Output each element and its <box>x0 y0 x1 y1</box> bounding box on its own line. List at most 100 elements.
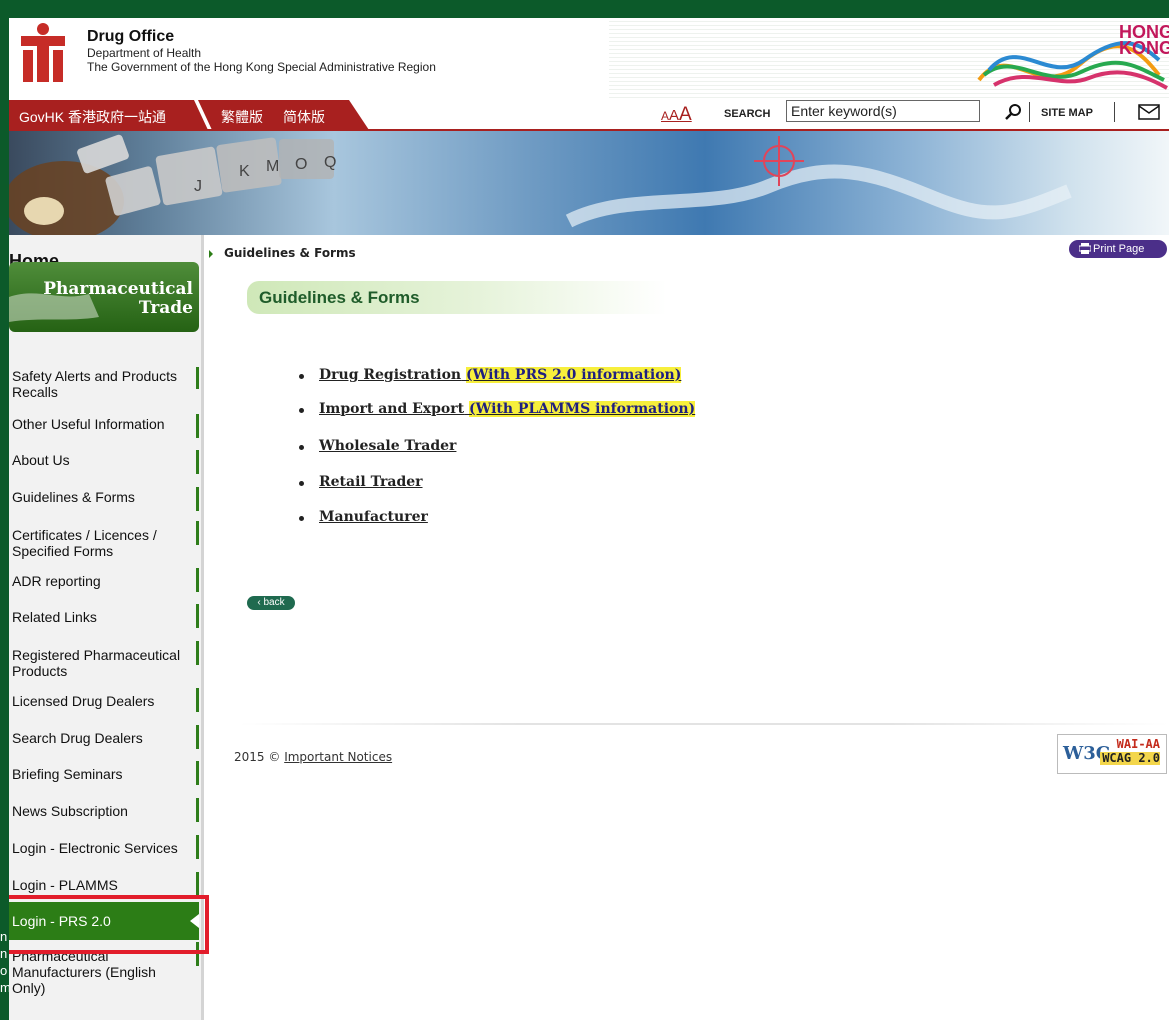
search-icon[interactable] <box>1004 102 1024 122</box>
sidebar-item-safety-alerts[interactable]: Safety Alerts and Products Recalls <box>9 367 199 403</box>
govhk-separator <box>194 100 212 130</box>
sidebar-item-bar <box>196 604 199 628</box>
bullet-icon <box>299 481 304 486</box>
link-label: Wholesale Trader <box>319 438 457 454</box>
wai-aa-label: WAI-AA <box>1116 737 1160 751</box>
sidebar-item-related-links[interactable]: Related Links <box>9 604 199 628</box>
sidebar-item-label: About Us <box>12 452 70 468</box>
link-label: Drug Registration <box>319 367 462 383</box>
search-label: SEARCH <box>724 108 771 120</box>
sidebar-item-label: Briefing Seminars <box>12 766 123 782</box>
sidebar-item-bar <box>196 487 199 511</box>
sidebar-item-briefing-seminars[interactable]: Briefing Seminars <box>9 761 199 785</box>
sidebar-item-guidelines[interactable]: Guidelines & Forms <box>9 487 199 511</box>
sidebar-item-about-us[interactable]: About Us <box>9 450 199 474</box>
page: Drug Office Department of Health The Gov… <box>9 0 1169 1020</box>
hong-kong-brand-logo: HONG KONG <box>977 22 1169 90</box>
search-input[interactable] <box>786 100 980 122</box>
wholesale-trader-link[interactable]: Wholesale Trader <box>319 438 456 454</box>
font-small-button[interactable]: A <box>661 109 669 123</box>
link-label: Import and Export <box>319 401 465 417</box>
sidebar-item-label: Registered Pharmaceutical Products <box>12 647 181 679</box>
mail-icon[interactable] <box>1137 103 1161 121</box>
sidebar-item-manufacturers[interactable]: Pharmaceutical Manufacturers (English On… <box>9 942 199 1000</box>
banner-illustration: J K M O Q <box>9 134 1072 235</box>
hk-brand-word-2: KONG <box>1119 38 1169 58</box>
sidebar-item-search-dealers[interactable]: Search Drug Dealers <box>9 725 199 749</box>
edge-letter: m <box>0 980 11 995</box>
sidebar-item-bar <box>196 367 199 389</box>
pharmaceutical-trade-section[interactable]: Pharmaceutical Trade <box>9 262 199 332</box>
page-title: Guidelines & Forms <box>259 288 420 307</box>
back-button[interactable]: ‹ back <box>247 596 295 610</box>
bullet-icon <box>299 408 304 413</box>
drug-registration-link[interactable]: Drug Registration (With PRS 2.0 informat… <box>319 367 682 383</box>
banner-key-m: M <box>266 158 279 175</box>
w3c-wcag-badge[interactable]: W3C WAI-AA WCAG 2.0 <box>1057 734 1167 774</box>
banner-image: J K M O Q <box>9 131 1169 235</box>
govhk-bar: GovHK 香港政府一站通 繁體版 简体版 <box>9 100 369 130</box>
import-export-link[interactable]: Import and Export (With PLAMMS informati… <box>319 401 696 417</box>
important-notices-link[interactable]: Important Notices <box>284 750 392 764</box>
manufacturer-link[interactable]: Manufacturer <box>319 509 428 525</box>
lang-simplified-link[interactable]: 简体版 <box>283 107 325 127</box>
link-highlight: (With PLAMMS information) <box>468 401 696 417</box>
copyright-year: 2015 © <box>234 750 281 764</box>
bullet-icon <box>299 445 304 450</box>
top-strip <box>9 0 1169 18</box>
font-large-button[interactable]: A <box>679 104 692 125</box>
site-header: Drug Office Department of Health The Gov… <box>9 0 1169 100</box>
annotation-highlight-box <box>9 895 209 954</box>
sidebar-item-label: Search Drug Dealers <box>12 730 143 746</box>
nav-divider <box>1029 102 1030 122</box>
sidebar-item-bar <box>196 688 199 712</box>
edge-letters: n n o m <box>0 928 11 996</box>
banner-key-j: J <box>194 178 202 195</box>
sidebar-item-label: Licensed Drug Dealers <box>12 693 155 709</box>
sidebar-item-login-plamms[interactable]: Login - PLAMMS <box>9 872 199 896</box>
lang-traditional-link[interactable]: 繁體版 <box>221 107 263 127</box>
sidebar-item-label: News Subscription <box>12 803 128 819</box>
left-edge-strip <box>0 0 9 1020</box>
sidebar-item-bar <box>196 641 199 665</box>
sidebar-item-label: Safety Alerts and Products Recalls <box>12 368 177 400</box>
edge-letter: o <box>0 963 8 978</box>
edge-letter: n <box>0 946 8 961</box>
sidebar-item-label: Login - PLAMMS <box>12 877 118 893</box>
sidebar-item-bar <box>196 568 199 592</box>
sidebar-item-bar <box>196 798 199 822</box>
bullet-icon <box>299 516 304 521</box>
sidebar-item-licensed-dealers[interactable]: Licensed Drug Dealers <box>9 688 199 712</box>
font-size-controls: AAA <box>661 104 692 126</box>
department-name: Department of Health <box>87 46 202 60</box>
government-name: The Government of the Hong Kong Special … <box>87 60 436 74</box>
sidebar-item-bar <box>196 521 199 545</box>
printer-icon <box>1079 243 1091 254</box>
site-map-link[interactable]: SITE MAP <box>1041 107 1093 119</box>
retail-trader-link[interactable]: Retail Trader <box>319 474 423 490</box>
sidebar-item-bar <box>196 835 199 859</box>
sidebar-item-registered-products[interactable]: Registered Pharmaceutical Products <box>9 641 199 681</box>
sidebar-item-label: Login - Electronic Services <box>12 840 178 856</box>
section-title-line-1: Pharmaceutical <box>43 279 193 299</box>
sidebar-item-label: Pharmaceutical Manufacturers (English On… <box>12 948 156 996</box>
breadcrumb[interactable]: Guidelines & Forms <box>224 246 356 260</box>
govhk-link[interactable]: GovHK 香港政府一站通 <box>19 107 166 127</box>
sidebar-item-bar <box>196 872 199 896</box>
sidebar-item-certificates[interactable]: Certificates / Licences / Specified Form… <box>9 521 199 561</box>
sidebar-item-login-electronic[interactable]: Login - Electronic Services <box>9 835 199 859</box>
sidebar-item-other-info[interactable]: Other Useful Information <box>9 414 199 438</box>
print-page-button[interactable]: Print Page <box>1069 240 1167 258</box>
site-title: Drug Office <box>87 28 175 45</box>
footer-divider <box>239 723 1169 725</box>
department-logo-icon[interactable] <box>21 22 65 82</box>
sidebar-item-news-subscription[interactable]: News Subscription <box>9 798 199 822</box>
sidebar-item-adr-reporting[interactable]: ADR reporting <box>9 568 199 592</box>
sidebar-item-label: Related Links <box>12 609 97 625</box>
font-medium-button[interactable]: A <box>669 107 679 124</box>
banner-key-o: O <box>295 156 307 173</box>
bullet-icon <box>299 374 304 379</box>
link-highlight: (With PRS 2.0 information) <box>465 367 682 383</box>
link-label: Manufacturer <box>319 509 428 525</box>
sidebar-item-bar <box>196 414 199 438</box>
